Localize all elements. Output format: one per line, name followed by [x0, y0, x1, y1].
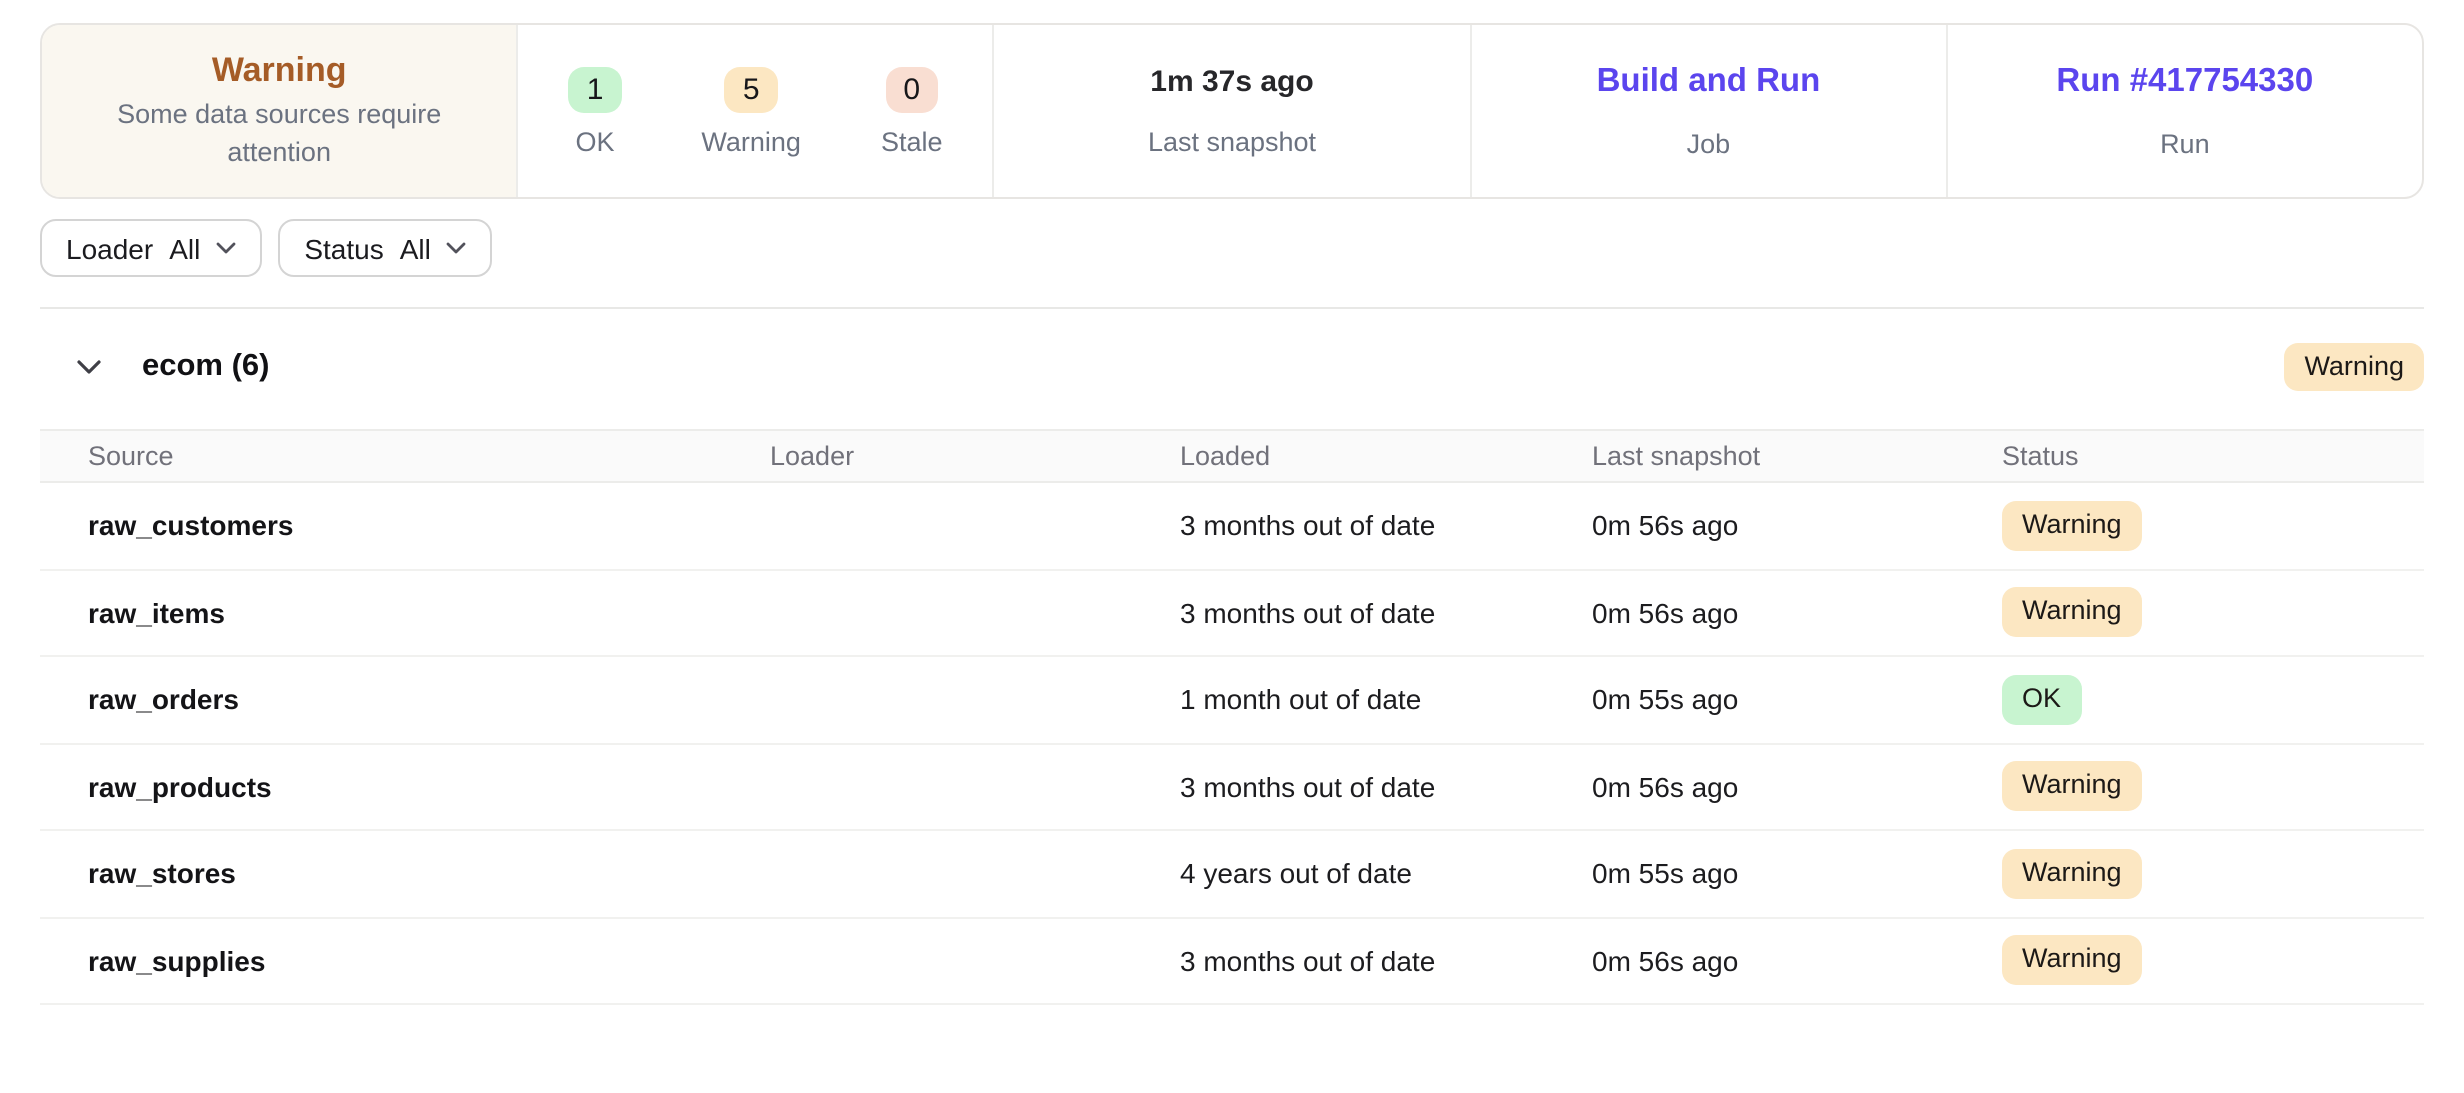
- count-ok: 1 OK: [569, 66, 622, 156]
- loaded-value: 3 months out of date: [1180, 945, 1592, 977]
- warning-count-badge: 5: [725, 66, 778, 112]
- table-row[interactable]: raw_stores 4 years out of date 0m 55s ag…: [40, 831, 2424, 918]
- table-row[interactable]: raw_items 3 months out of date 0m 56s ag…: [40, 570, 2424, 657]
- sources-table: Source Loader Loaded Last snapshot Statu…: [40, 429, 2424, 1005]
- column-header-loaded: Loaded: [1180, 441, 1592, 471]
- loaded-value: 3 months out of date: [1180, 771, 1592, 803]
- ok-count-label: OK: [576, 126, 615, 156]
- status-badge: Warning: [2002, 936, 2142, 986]
- table-row[interactable]: raw_products 3 months out of date 0m 56s…: [40, 744, 2424, 831]
- group-status-badge: Warning: [2284, 342, 2424, 392]
- count-warning: 5 Warning: [701, 66, 801, 156]
- status-badge: Warning: [2002, 849, 2142, 899]
- run-card: Run #417754330 Run: [1946, 25, 2422, 197]
- status-counts-card: 1 OK 5 Warning 0 Stale: [516, 25, 992, 197]
- column-header-last-snapshot: Last snapshot: [1592, 441, 2002, 471]
- group-header-ecom[interactable]: ecom (6) Warning: [40, 309, 2424, 425]
- source-name: raw_customers: [88, 510, 770, 542]
- status-badge: OK: [2002, 675, 2081, 725]
- last-snapshot-value: 1m 37s ago: [1150, 65, 1313, 99]
- loaded-value: 3 months out of date: [1180, 597, 1592, 629]
- status-filter-label: Status: [304, 232, 383, 264]
- overall-status-card: Warning Some data sources require attent…: [42, 25, 516, 197]
- overall-status-subtitle: Some data sources require attention: [67, 98, 491, 171]
- table-row[interactable]: raw_orders 1 month out of date 0m 55s ag…: [40, 657, 2424, 744]
- status-filter-button[interactable]: Status All: [278, 219, 493, 277]
- ok-count-badge: 1: [569, 66, 622, 112]
- column-header-source: Source: [88, 441, 770, 471]
- warning-count-label: Warning: [701, 126, 801, 156]
- loader-filter-button[interactable]: Loader All: [40, 219, 262, 277]
- sources-dashboard: Warning Some data sources require attent…: [0, 23, 2464, 1093]
- loaded-value: 4 years out of date: [1180, 858, 1592, 890]
- last-snapshot-value: 0m 56s ago: [1592, 771, 2002, 803]
- last-snapshot-value: 0m 56s ago: [1592, 945, 2002, 977]
- loaded-value: 3 months out of date: [1180, 510, 1592, 542]
- chevron-down-icon: [216, 241, 236, 255]
- stale-count-badge: 0: [885, 66, 938, 112]
- last-snapshot-value: 0m 55s ago: [1592, 858, 2002, 890]
- source-name: raw_stores: [88, 858, 770, 890]
- summary-bar: Warning Some data sources require attent…: [40, 23, 2424, 199]
- table-body: raw_customers 3 months out of date 0m 56…: [40, 483, 2424, 1005]
- status-badge: Warning: [2002, 762, 2142, 812]
- table-row[interactable]: raw_customers 3 months out of date 0m 56…: [40, 483, 2424, 570]
- overall-status-title: Warning: [212, 51, 347, 92]
- status-badge: Warning: [2002, 501, 2142, 551]
- status-filter-value: All: [400, 232, 431, 264]
- last-snapshot-value: 0m 55s ago: [1592, 684, 2002, 716]
- last-snapshot-value: 0m 56s ago: [1592, 597, 2002, 629]
- source-name: raw_products: [88, 771, 770, 803]
- status-counts: 1 OK 5 Warning 0 Stale: [569, 66, 943, 156]
- loader-filter-label: Loader: [66, 232, 153, 264]
- last-snapshot-label: Last snapshot: [1148, 127, 1316, 157]
- source-name: raw_items: [88, 597, 770, 629]
- table-row[interactable]: raw_supplies 3 months out of date 0m 56s…: [40, 918, 2424, 1005]
- last-snapshot-value: 0m 56s ago: [1592, 510, 2002, 542]
- source-name: raw_orders: [88, 684, 770, 716]
- filter-bar: Loader All Status All: [40, 219, 2424, 277]
- job-link[interactable]: Build and Run: [1597, 63, 1821, 101]
- loader-filter-value: All: [169, 232, 200, 264]
- group-name: ecom (6): [142, 349, 270, 385]
- run-link[interactable]: Run #417754330: [2056, 63, 2313, 101]
- chevron-down-icon: [447, 241, 467, 255]
- last-snapshot-card: 1m 37s ago Last snapshot: [993, 25, 1469, 197]
- job-card: Build and Run Job: [1469, 25, 1945, 197]
- stale-count-label: Stale: [881, 126, 943, 156]
- status-badge: Warning: [2002, 588, 2142, 638]
- source-name: raw_supplies: [88, 945, 770, 977]
- column-header-status: Status: [2002, 441, 2376, 471]
- run-label: Run: [2160, 129, 2210, 159]
- loaded-value: 1 month out of date: [1180, 684, 1592, 716]
- table-header-row: Source Loader Loaded Last snapshot Statu…: [40, 429, 2424, 483]
- job-label: Job: [1687, 129, 1731, 159]
- count-stale: 0 Stale: [881, 66, 943, 156]
- column-header-loader: Loader: [770, 441, 1180, 471]
- group-collapse-chevron-down-icon[interactable]: [72, 355, 106, 379]
